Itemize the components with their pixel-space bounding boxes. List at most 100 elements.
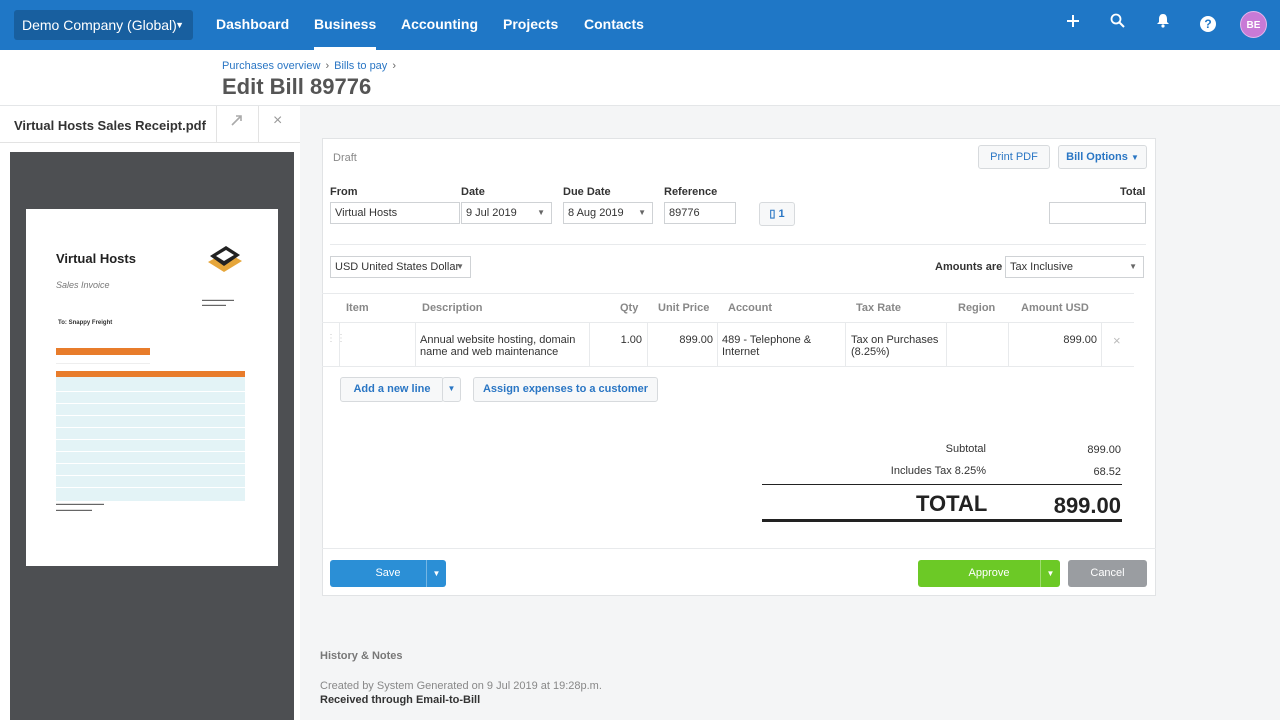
due-date-field[interactable]: 8 Aug 2019 ▼ [563, 202, 653, 224]
subtotal-label: Subtotal [945, 443, 986, 455]
chevron-down-icon[interactable]: ▼ [426, 560, 446, 587]
organization-name: Demo Company (Global) [22, 17, 177, 33]
divider [946, 322, 947, 366]
column-header-item: Item [346, 302, 369, 314]
invoice-recipient: To: Snappy Freight [58, 320, 113, 326]
breadcrumb: Purchases overview › Bills to pay › [222, 60, 401, 72]
company-logo [208, 246, 242, 272]
reference-field[interactable]: 89776 [664, 202, 736, 224]
bell-icon[interactable] [1152, 13, 1174, 35]
divider [216, 106, 217, 142]
bill-options-button[interactable]: Bill Options ▼ [1058, 145, 1147, 169]
add-icon[interactable] [1062, 13, 1084, 35]
table-row-bottom-line [322, 366, 1134, 367]
popout-icon[interactable] [230, 114, 243, 130]
nav-accounting[interactable]: Accounting [401, 0, 478, 50]
divider [415, 322, 416, 366]
invoice-line-row [56, 427, 245, 428]
total-label: Total [1120, 186, 1146, 198]
search-icon[interactable] [1106, 13, 1128, 35]
currency-select[interactable]: USD United States Dollar ▼ [330, 256, 471, 278]
line-qty-cell[interactable]: 1.00 [594, 334, 642, 346]
history-created-entry: Created by System Generated on 9 Jul 201… [320, 680, 602, 692]
invoice-line-row [56, 463, 245, 464]
grand-total-value: 899.00 [1053, 493, 1121, 518]
invoice-terms-header [56, 348, 150, 355]
subtotal-value: 899.00 [1087, 444, 1121, 456]
invoice-line-row [56, 475, 245, 476]
line-unit-price-cell[interactable]: 899.00 [652, 334, 713, 346]
add-new-line-button[interactable]: Add a new line [340, 377, 444, 402]
cancel-button[interactable]: Cancel [1068, 560, 1147, 587]
tax-value: 68.52 [1093, 466, 1121, 478]
breadcrumb-purchases-overview[interactable]: Purchases overview [222, 60, 320, 72]
grand-total-label: TOTAL [916, 491, 988, 516]
close-icon[interactable]: × [273, 112, 282, 130]
line-amount-cell[interactable]: 899.00 [1012, 334, 1097, 346]
chevron-down-icon: ▼ [456, 262, 464, 271]
print-pdf-button[interactable]: Print PDF [978, 145, 1050, 169]
column-header-description: Description [422, 302, 483, 314]
chevron-down-icon: ▼ [1129, 262, 1137, 271]
chevron-down-icon[interactable]: ▼ [1040, 560, 1060, 587]
chevron-right-icon: › [392, 60, 396, 72]
from-field[interactable]: Virtual Hosts [330, 202, 460, 224]
assign-expenses-button[interactable]: Assign expenses to a customer [473, 377, 658, 402]
divider [647, 322, 648, 366]
invoice-line-row [56, 451, 245, 452]
top-navigation-bar: Demo Company (Global) ▼ Dashboard Busine… [0, 0, 1280, 50]
divider [845, 322, 846, 366]
total-top-rule [762, 484, 1122, 485]
nav-contacts[interactable]: Contacts [584, 0, 644, 50]
user-avatar[interactable]: BE [1240, 11, 1267, 38]
column-header-tax-rate: Tax Rate [856, 302, 902, 314]
amounts-are-label: Amounts are [935, 261, 1003, 273]
line-description-cell[interactable]: Annual website hosting, domain name and … [420, 334, 586, 358]
nav-dashboard[interactable]: Dashboard [216, 0, 289, 50]
page-header [0, 50, 1280, 106]
invoice-line-row [56, 391, 245, 392]
save-button[interactable]: Save ▼ [330, 560, 446, 587]
table-header-top-line [322, 293, 1134, 294]
bill-status: Draft [333, 152, 357, 164]
history-notes-title[interactable]: History & Notes [320, 650, 403, 662]
invoice-line-header [56, 371, 245, 377]
column-header-region: Region [958, 302, 996, 314]
divider [258, 106, 259, 142]
tax-label: Includes Tax 8.25% [890, 465, 986, 477]
chevron-down-icon: ▼ [1130, 153, 1139, 162]
attachment-file-name[interactable]: Virtual Hosts Sales Receipt.pdf [14, 118, 206, 133]
invoice-footer: ▬▬▬▬▬▬▬▬▬▬▬▬ ▬▬▬▬▬▬▬▬▬ [56, 501, 104, 512]
divider [1008, 322, 1009, 366]
total-bottom-rule [762, 519, 1122, 522]
total-field[interactable] [1049, 202, 1146, 224]
help-icon[interactable]: ? [1200, 16, 1216, 32]
divider [717, 322, 718, 366]
divider [1101, 322, 1102, 366]
invoice-meta: ▬▬▬▬▬▬▬▬ ▬▬▬▬▬▬ [202, 297, 234, 307]
line-account-cell[interactable]: 489 - Telephone & Internet [722, 334, 840, 358]
amounts-are-select[interactable]: Tax Inclusive ▼ [1005, 256, 1144, 278]
attachments-button[interactable]: ▯ 1 [759, 202, 795, 226]
delete-row-icon[interactable]: × [1113, 333, 1121, 348]
date-label: Date [461, 186, 485, 198]
table-row-top-line [322, 322, 1134, 323]
column-header-unit-price: Unit Price [658, 302, 710, 314]
organization-switcher[interactable]: Demo Company (Global) ▼ [14, 10, 193, 40]
page-title: Edit Bill 89776 [222, 74, 372, 99]
drag-handle-icon[interactable]: ⋮⋮ [326, 333, 346, 344]
chevron-down-icon: ▼ [447, 384, 456, 393]
breadcrumb-bills-to-pay[interactable]: Bills to pay [334, 60, 387, 72]
chevron-down-icon[interactable]: ▼ [537, 203, 545, 223]
nav-projects[interactable]: Projects [503, 0, 558, 50]
divider [589, 322, 590, 366]
nav-business[interactable]: Business [314, 0, 377, 50]
column-header-amount: Amount USD [1021, 302, 1089, 314]
approve-button[interactable]: Approve ▼ [918, 560, 1060, 587]
divider [339, 322, 340, 366]
chevron-down-icon[interactable]: ▼ [638, 203, 646, 223]
line-tax-rate-cell[interactable]: Tax on Purchases (8.25%) [851, 334, 943, 358]
invoice-line-row [56, 487, 245, 488]
add-line-options-button[interactable]: ▼ [442, 377, 461, 402]
date-field[interactable]: 9 Jul 2019 ▼ [461, 202, 552, 224]
